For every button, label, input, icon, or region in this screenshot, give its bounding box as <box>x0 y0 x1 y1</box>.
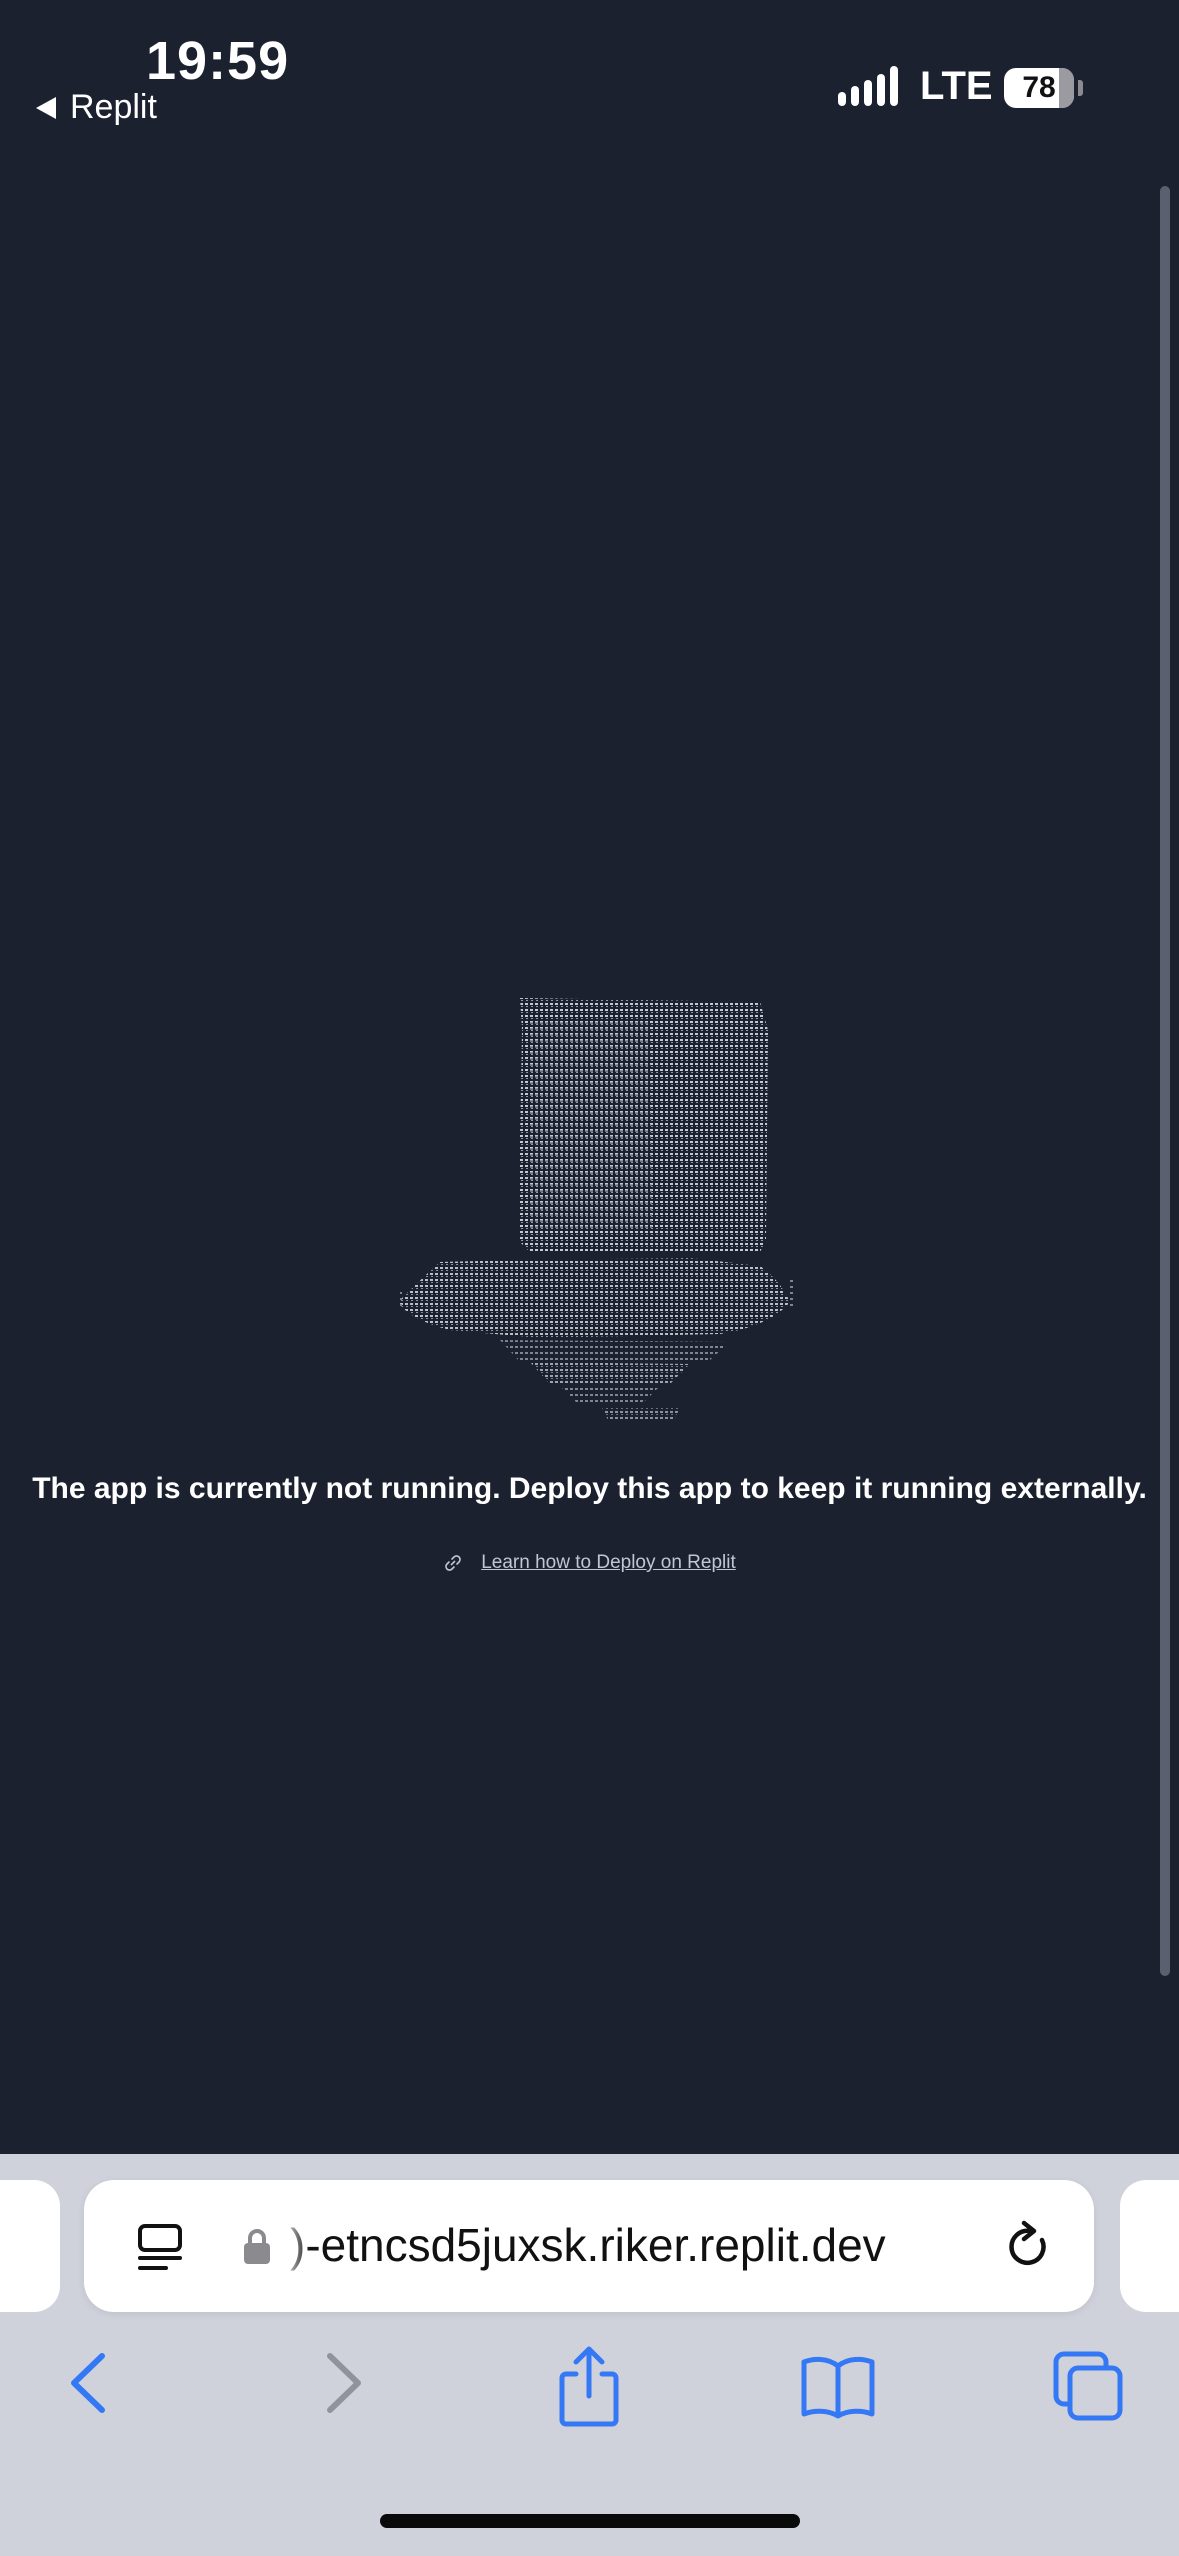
learn-deploy-link-text[interactable]: Learn how to Deploy on Replit <box>481 1552 736 1574</box>
next-tab-peek[interactable] <box>1120 2180 1179 2312</box>
battery-cap <box>1078 80 1083 96</box>
back-app-label: Replit <box>70 88 157 126</box>
reader-mode-icon[interactable] <box>136 2222 186 2274</box>
status-time: 19:59 <box>146 31 290 91</box>
url-text[interactable]: )-etncsd5juxsk.riker.replit.dev <box>290 2218 886 2272</box>
lock-icon <box>244 2229 270 2264</box>
back-arrow-icon[interactable] <box>64 2348 114 2418</box>
replit-ascii-illustration <box>398 998 794 1420</box>
screen: 19:59 Replit LTE 78 The app is currently… <box>0 0 1179 2556</box>
network-type: LTE <box>920 64 993 108</box>
bookmarks-icon[interactable] <box>800 2352 876 2420</box>
not-running-message: The app is currently not running. Deploy… <box>32 1472 1147 1505</box>
forward-arrow-icon[interactable] <box>318 2348 368 2418</box>
back-to-app-button[interactable]: Replit <box>36 88 157 127</box>
battery-level: 78 <box>1022 71 1056 104</box>
back-triangle-icon <box>36 96 56 119</box>
home-indicator[interactable] <box>380 2514 800 2528</box>
reload-icon[interactable] <box>1004 2220 1054 2274</box>
signal-strength-icon <box>838 66 898 106</box>
share-icon[interactable] <box>556 2344 622 2428</box>
battery-icon: 78 <box>1004 68 1074 108</box>
address-bar[interactable]: )-etncsd5juxsk.riker.replit.dev <box>84 2180 1094 2312</box>
tabs-icon[interactable] <box>1052 2350 1124 2422</box>
previous-tab-peek[interactable] <box>0 2180 60 2312</box>
link-icon <box>445 1555 462 1571</box>
scroll-indicator[interactable] <box>1160 186 1170 1976</box>
learn-deploy-link[interactable]: Learn how to Deploy on Replit <box>0 1552 1179 1574</box>
